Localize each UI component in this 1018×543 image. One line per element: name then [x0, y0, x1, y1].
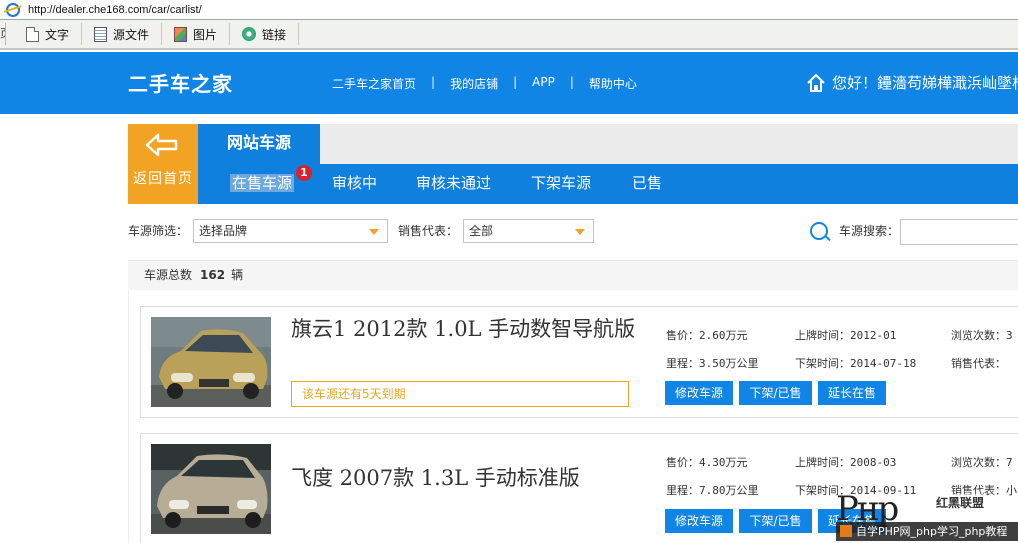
address-bar[interactable]: http://dealer.che168.com/car/carlist/ [0, 0, 1018, 20]
user-greeting[interactable]: 您好！鑸濇苟娣樺濈浜屾墜杞� [806, 72, 1018, 93]
nav-separator: | [569, 75, 574, 89]
car-title-link[interactable]: 飞度 2007款 1.3L 手动标准版 [291, 464, 656, 493]
back-home-label: 返回首页 [133, 171, 193, 187]
nav-home-link[interactable]: 二手车之家首页 [332, 75, 416, 92]
tab-review-rejected[interactable]: 审核未通过 [416, 173, 491, 193]
edit-listing-button[interactable]: 修改车源 [665, 509, 733, 533]
toolbar-link-button[interactable]: 链接 [236, 23, 300, 45]
car-title-link[interactable]: 旗云1 2012款 1.0L 手动数智导航版 [291, 315, 656, 344]
site-watermark: Pнp 红黑联盟 自学PHP网_php学习_php教程 [836, 492, 1018, 543]
delist-sold-button[interactable]: 下架/已售 [739, 509, 812, 533]
ie-page-icon [6, 2, 20, 17]
tab-under-review[interactable]: 审核中 [332, 173, 377, 193]
sales-rep-label: 销售代表： [398, 224, 459, 238]
brand-filter-label: 车源筛选： [128, 224, 189, 238]
delist-sold-button[interactable]: 下架/已售 [739, 381, 812, 405]
text-doc-icon [26, 26, 39, 42]
nav-my-shop-link[interactable]: 我的店铺 [450, 75, 498, 92]
car-price: 售价：4.30万元 [666, 456, 748, 469]
search-input[interactable] [900, 219, 1018, 245]
greeting-text: 您好！鑸濇苟娣樺濈浜屾墜杞� [832, 74, 1018, 92]
address-url[interactable]: http://dealer.che168.com/car/carlist/ [28, 4, 202, 16]
sales-rep-select[interactable]: 全部 [463, 219, 594, 243]
toolbar-source-label: 源文件 [113, 27, 150, 42]
search-icon[interactable] [810, 222, 828, 240]
chevron-down-icon [575, 229, 585, 235]
page-root: http://dealer.che168.com/car/carlist/ 页 … [0, 0, 1018, 543]
car-photo-image [151, 444, 271, 534]
car-photo-image [151, 317, 271, 407]
site-listings-title[interactable]: 网站车源 [198, 124, 320, 164]
extend-sale-button[interactable]: 延长在售 [818, 381, 886, 405]
expiry-notice: 该车源还有5天到期 [291, 381, 629, 407]
back-arrow-icon [145, 133, 178, 157]
picture-icon [174, 26, 188, 42]
chevron-down-icon [369, 229, 379, 235]
car-price: 售价：2.60万元 [666, 329, 748, 342]
total-label: 车源总数 [144, 268, 193, 282]
edit-listing-button[interactable]: 修改车源 [665, 381, 733, 405]
brand-select-value: 选择品牌 [199, 224, 248, 238]
back-home-button[interactable]: 返回首页 [128, 124, 198, 204]
site-logo[interactable]: 二手车之家 [128, 68, 233, 97]
section-header-band [198, 124, 1018, 164]
search-label: 车源搜索： [839, 224, 900, 238]
car-offshelf-date: 下架时间：2014-07-18 [795, 357, 917, 370]
toolbar-text-label: 文字 [45, 27, 70, 42]
listing-total-bar: 车源总数 162 辆 [128, 260, 1018, 290]
car-listing-card: 旗云1 2012款 1.0L 手动数智导航版 该车源还有5天到期 售价：2.60… [140, 306, 1018, 418]
source-file-icon [94, 26, 108, 42]
home-icon [807, 73, 825, 92]
total-count: 162 [200, 268, 226, 282]
sales-rep-select-value: 全部 [469, 224, 494, 238]
toolbar-picture-button[interactable]: 图片 [168, 23, 231, 45]
car-mileage: 里程：7.80万公里 [666, 484, 759, 497]
top-nav: 二手车之家首页 | 我的店铺 | APP | 帮助中心 [332, 75, 637, 92]
car-plate-date: 上牌时间：2008-03 [795, 456, 897, 469]
car-mileage: 里程：3.50万公里 [666, 357, 759, 370]
toolbar-source-button[interactable]: 源文件 [88, 23, 163, 45]
toolbar-picture-label: 图片 [193, 27, 218, 42]
tab-on-sale[interactable]: 在售车源 [230, 173, 295, 193]
watermark-logo: Pнp [836, 489, 899, 529]
car-photo[interactable] [151, 444, 271, 534]
toolbar-text-button[interactable]: 文字 [20, 23, 83, 45]
notification-badge: 1 [296, 165, 312, 181]
toolbar-clipped-item[interactable]: 页 [0, 23, 6, 45]
link-globe-icon [242, 27, 257, 41]
car-sales-rep: 销售代表： [951, 357, 1006, 370]
car-plate-date: 上牌时间：2012-01 [795, 329, 897, 342]
nav-app-link[interactable]: APP [532, 75, 555, 92]
car-views: 浏览次数：7 [951, 456, 1013, 469]
brand-select[interactable]: 选择品牌 [193, 219, 388, 243]
tab-on-sale-label: 在售车源 [230, 174, 295, 192]
nav-separator: | [513, 75, 518, 89]
toolbar-link-label: 链接 [262, 27, 287, 42]
watermark-caption: 自学PHP网_php学习_php教程 [836, 522, 1018, 541]
nav-help-link[interactable]: 帮助中心 [589, 75, 637, 92]
car-photo[interactable] [151, 317, 271, 407]
watermark-brand: 红黑联盟 [934, 494, 987, 511]
tab-sold[interactable]: 已售 [632, 173, 662, 193]
nav-separator: | [431, 75, 436, 89]
car-views: 浏览次数：3 [951, 329, 1013, 342]
tab-delisted[interactable]: 下架车源 [531, 173, 591, 193]
site-header: 二手车之家 二手车之家首页 | 我的店铺 | APP | 帮助中心 您好！鑸濇苟… [0, 52, 1018, 114]
total-unit: 辆 [231, 268, 244, 282]
status-tab-bar: 在售车源 审核中 审核未通过 下架车源 已售 [198, 164, 1018, 204]
browser-links-toolbar: 页 文字 源文件 图片 链接 [0, 20, 1018, 50]
